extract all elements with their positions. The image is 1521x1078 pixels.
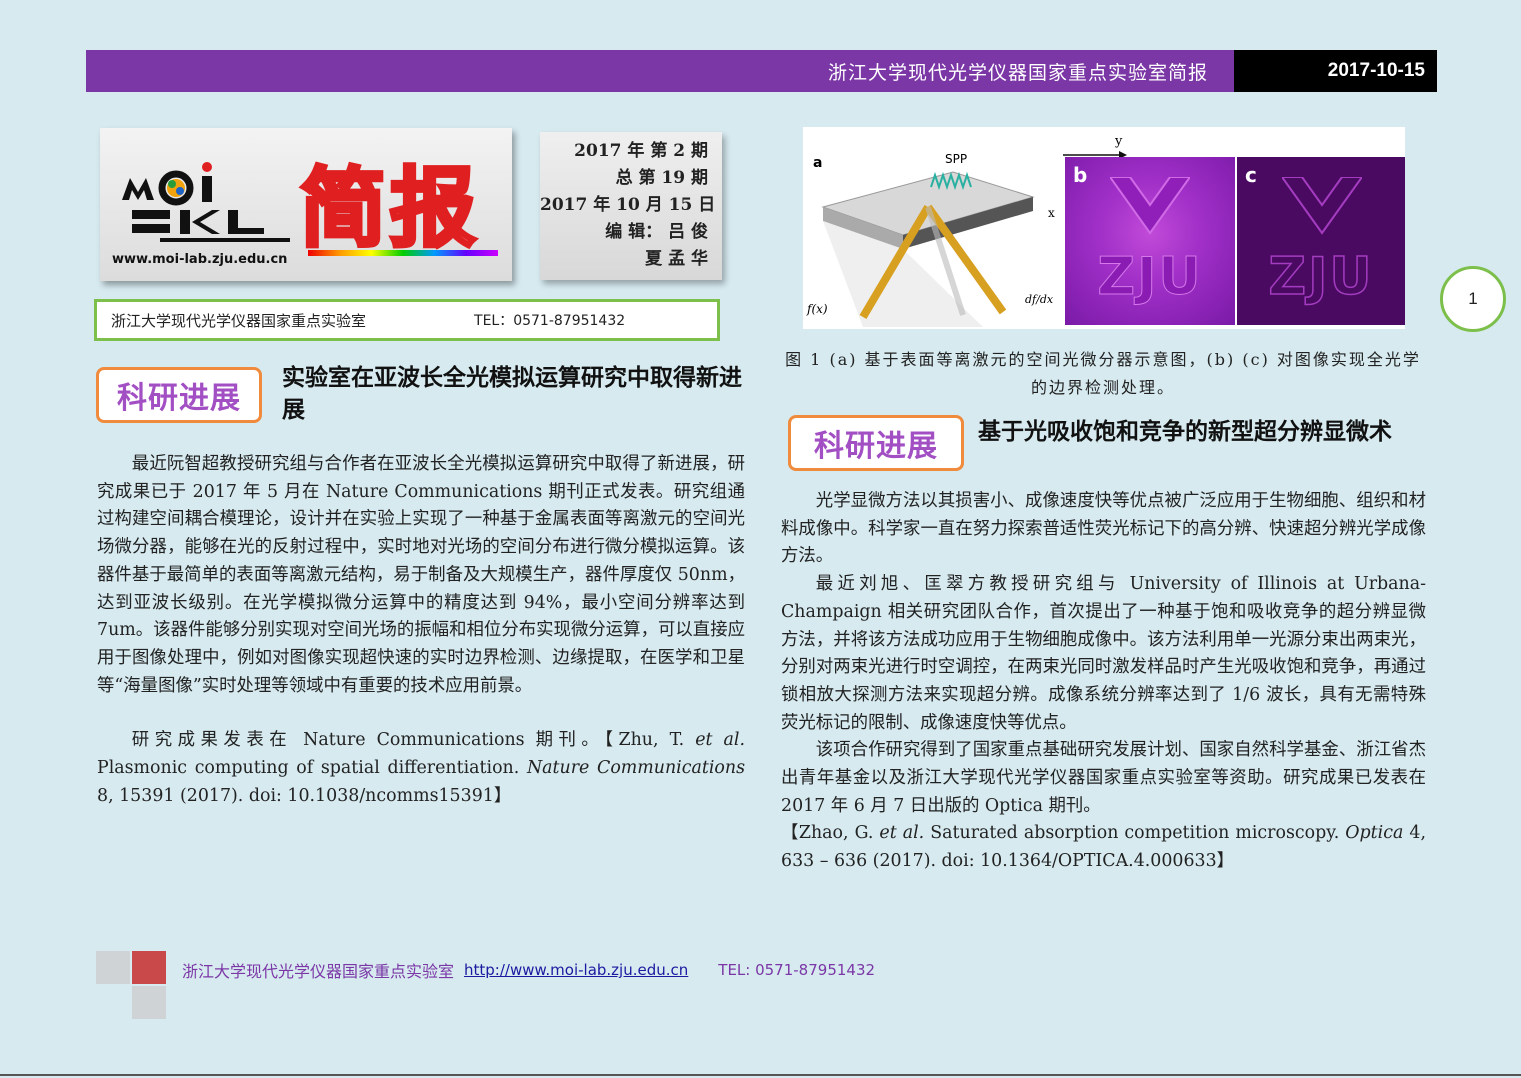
article1-tag: 科研进展 [96, 367, 262, 423]
footer-decoration [96, 951, 166, 1019]
page-number: 1 [1440, 266, 1506, 332]
fig-label-a: a [813, 155, 822, 171]
newsletter-title: 浙江大学现代光学仪器国家重点实验室简报 [86, 50, 1234, 92]
axis-arrows-icon: y [1063, 134, 1127, 159]
article2-paragraph: 该项合作研究得到了国家重点基础研究发展计划、国家自然科学基金、浙江省杰出青年基金… [781, 740, 1426, 816]
footer-url-link[interactable]: http://www.moi-lab.zju.edu.cn [464, 961, 688, 979]
ref-etal: et al. [879, 823, 925, 844]
zju-text-c: ZJU [1268, 246, 1374, 308]
article2-tag: 科研进展 [788, 415, 964, 471]
fig-dfdx-label: df/dx [1025, 293, 1054, 306]
zju-emblem-icon [1110, 177, 1190, 235]
contact-lab: 浙江大学现代光学仪器国家重点实验室 [111, 311, 367, 330]
issue-line: 2017 年 10 月 15 日 [540, 195, 716, 215]
issue-date: 2017-10-15 [1234, 50, 1437, 92]
article2-paragraph: 光学显微方法以其损害小、成像速度快等优点被广泛应用于生物细胞、组织和材料成像中。… [781, 491, 1426, 567]
fig-spp-label: SPP [945, 152, 967, 166]
figure-caption: 图 1 (a) 基于表面等离激元的空间光微分器示意图，(b) (c) 对图像实现… [785, 350, 1421, 397]
figure-panel-b: b ZJU [1065, 157, 1235, 325]
figure-panel-c: c ZJU [1237, 157, 1405, 325]
issue-info: 2017 年 第 2 期 总 第 19 期 2017 年 10 月 15 日 编… [540, 132, 722, 280]
ref-tail: 8, 15391 (2017). doi: 10.1038/ncomms1539… [97, 785, 512, 806]
ref-journal: Nature Communications [526, 758, 745, 779]
brief-logo-text: 简报 [298, 157, 480, 261]
footer-square [132, 951, 166, 984]
moi-skl-logo-icon [122, 162, 290, 242]
fig-axis-x-label: x [1048, 206, 1055, 220]
fig-label-c: c [1245, 163, 1257, 187]
rainbow-stripe [308, 250, 498, 256]
ref-journal: Optica [1345, 823, 1404, 844]
spp-differentiator-diagram: a SPP f(x) df/dx x [806, 152, 1055, 327]
footer: 浙江大学现代光学仪器国家重点实验室 http://www.moi-lab.zju… [182, 958, 875, 982]
bottom-border [0, 1074, 1521, 1076]
ref-title: Plasmonic computing of spatial different… [97, 758, 527, 779]
issue-line: 总 第 19 期 [615, 168, 708, 188]
footer-tel: TEL: 0571-87951432 [718, 961, 876, 979]
zju-text-b: ZJU [1097, 247, 1203, 308]
article1-reference: 研究成果发表在 Nature Communications 期刊。【Zhu, T… [97, 727, 745, 810]
header-bar: 浙江大学现代光学仪器国家重点实验室简报 2017-10-15 [86, 50, 1437, 92]
fig-axis-y-label: y [1114, 134, 1123, 149]
article2-reference: 【Zhao, G. et al. Saturated absorption co… [781, 820, 1426, 875]
issue-line: 2017 年 第 2 期 [574, 141, 708, 161]
article2-paragraph: 最近刘旭、匡翠方教授研究组与 University of Illinois at… [781, 574, 1426, 733]
footer-lab: 浙江大学现代光学仪器国家重点实验室 [182, 962, 455, 981]
zju-emblem-edge-icon [1282, 177, 1362, 235]
ref-etal: et al. [695, 730, 745, 751]
article1-paragraph: 最近阮智超教授研究组与合作者在亚波长全光模拟运算研究中取得了新进展，研究成果已于… [97, 454, 745, 696]
footer-square [96, 951, 130, 984]
article2-title: 基于光吸收饱和竞争的新型超分辨显微术 [978, 419, 1392, 445]
fig-fx-label: f(x) [806, 302, 828, 316]
issue-line: 夏 孟 华 [645, 249, 708, 269]
ref-title: Saturated absorption competition microsc… [924, 823, 1346, 844]
article2-body: 光学显微方法以其损害小、成像速度快等优点被广泛应用于生物细胞、组织和材料成像中。… [781, 488, 1426, 876]
contact-tel: TEL：0571-87951432 [474, 313, 626, 329]
issue-line: 编 辑： 吕 俊 [605, 222, 708, 242]
ref-text: 【Zhao, G. [781, 823, 880, 844]
masthead-logo: 简报 www.moi-lab.zju.edu.cn [100, 128, 512, 281]
fig-label-b: b [1073, 163, 1088, 187]
article1-title: 实验室在亚波长全光模拟运算研究中取得新进展 [282, 365, 742, 423]
figure-1: a SPP f(x) df/dx x y b ZJU c ZJU [803, 127, 1405, 329]
ref-text: 研究成果发表在 Nature Communications 期刊。【Zhu, T… [131, 730, 696, 751]
masthead-url: www.moi-lab.zju.edu.cn [112, 252, 288, 267]
article1-body: 最近阮智超教授研究组与合作者在亚波长全光模拟运算研究中取得了新进展，研究成果已于… [97, 451, 745, 810]
contact-bar: 浙江大学现代光学仪器国家重点实验室 TEL：0571-87951432 [94, 299, 720, 341]
footer-square [132, 986, 166, 1019]
